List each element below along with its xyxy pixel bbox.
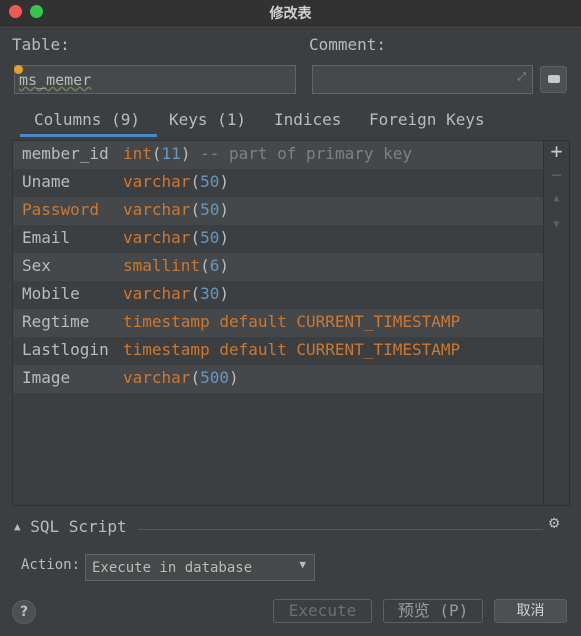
gear-icon[interactable]: ⚙: [549, 513, 559, 533]
divider: [138, 529, 543, 530]
sql-script-title: SQL Script: [30, 517, 127, 536]
column-toolbar: + − ▲ ▼: [544, 139, 570, 506]
warning-indicator-icon: [14, 65, 23, 74]
action-label: Action:: [21, 557, 81, 573]
column-row[interactable]: Sex smallint(6): [13, 253, 543, 281]
tab-columns[interactable]: Columns (9): [20, 110, 157, 137]
cancel-button[interactable]: 取消: [494, 599, 567, 623]
add-column-button[interactable]: +: [544, 139, 569, 163]
column-row[interactable]: Uname varchar(50): [13, 169, 543, 197]
column-name: Image: [22, 368, 71, 387]
column-type: varchar(50): [123, 172, 229, 191]
column-type: int(11) -- part of primary key: [123, 144, 412, 163]
sql-script-header[interactable]: ▲ SQL Script: [14, 517, 127, 536]
column-name: Password: [22, 200, 100, 219]
column-type: timestamp default CURRENT_TIMESTAMP: [123, 340, 461, 359]
column-type: varchar(50): [123, 228, 229, 247]
column-row[interactable]: Mobile varchar(30): [13, 281, 543, 309]
columns-grid: member_id int(11) -- part of primary key…: [12, 140, 544, 506]
move-down-button[interactable]: ▼: [544, 219, 569, 230]
remove-column-button[interactable]: −: [544, 165, 569, 186]
execute-button[interactable]: Execute: [273, 599, 372, 623]
action-select[interactable]: Execute in database ▼: [85, 554, 315, 581]
column-type: varchar(30): [123, 284, 229, 303]
column-type: timestamp default CURRENT_TIMESTAMP: [123, 312, 461, 331]
title-bar: 修改表: [0, 0, 581, 26]
tab-keys[interactable]: Keys (1): [169, 110, 246, 137]
column-row[interactable]: Lastlogin timestamp default CURRENT_TIME…: [13, 337, 543, 365]
expand-icon[interactable]: ⤢: [517, 70, 526, 84]
column-type: smallint(6): [123, 256, 229, 275]
table-name-input[interactable]: ms_memer: [14, 65, 296, 94]
column-name: Mobile: [22, 284, 80, 303]
bottom-strip: [0, 631, 581, 636]
chevron-down-icon: ▼: [299, 558, 306, 571]
column-row[interactable]: member_id int(11) -- part of primary key: [13, 141, 543, 169]
tab-foreign-keys[interactable]: Foreign Keys: [369, 110, 485, 137]
column-row[interactable]: Email varchar(50): [13, 225, 543, 253]
column-type: varchar(50): [123, 200, 229, 219]
column-name: Uname: [22, 172, 71, 191]
comment-label: Comment:: [309, 35, 387, 54]
comment-icon[interactable]: [540, 66, 567, 93]
column-name: Lastlogin: [22, 340, 109, 359]
help-button[interactable]: ?: [12, 600, 36, 624]
action-select-value: Execute in database: [92, 560, 253, 576]
table-label: Table:: [12, 35, 70, 54]
move-up-button[interactable]: ▲: [544, 193, 569, 204]
tab-indices[interactable]: Indices: [274, 110, 341, 137]
column-row[interactable]: Password varchar(50): [13, 197, 543, 225]
column-row[interactable]: Regtime timestamp default CURRENT_TIMEST…: [13, 309, 543, 337]
window-title: 修改表: [269, 6, 312, 22]
preview-button[interactable]: 预览 (P): [383, 599, 483, 623]
table-name-value: ms_memer: [19, 71, 92, 89]
comment-input[interactable]: ⤢: [312, 65, 533, 94]
column-name: Email: [22, 228, 71, 247]
column-name: Regtime: [22, 312, 90, 331]
column-type: varchar(500): [123, 368, 239, 387]
column-row[interactable]: Image varchar(500): [13, 365, 543, 393]
column-name: Sex: [22, 256, 51, 275]
triangle-up-icon: ▲: [14, 520, 21, 533]
column-name: member_id: [22, 144, 109, 163]
